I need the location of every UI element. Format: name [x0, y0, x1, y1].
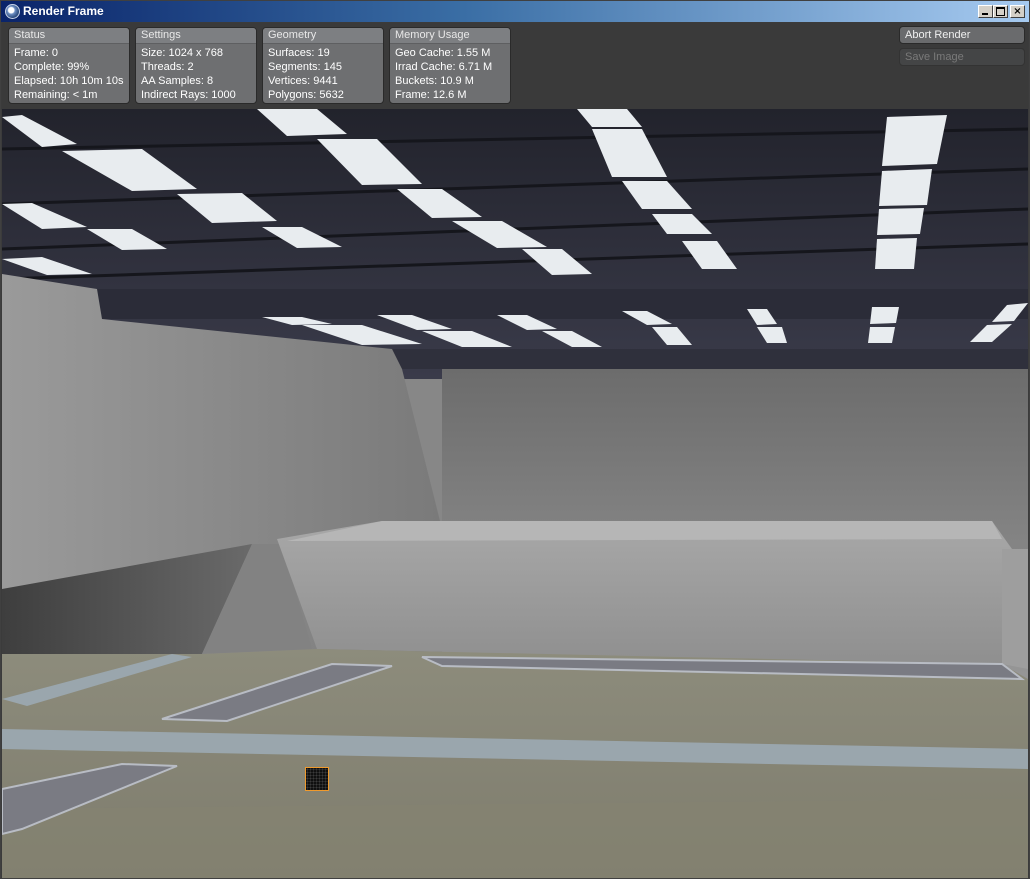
render-viewport — [2, 109, 1028, 878]
geometry-vertices: Vertices: 9441 — [268, 75, 338, 87]
settings-panel: Settings Size: 1024 x 768 Threads: 2 AA … — [135, 27, 257, 104]
maximize-button[interactable] — [993, 5, 1008, 18]
abort-render-button[interactable]: Abort Render — [899, 26, 1025, 44]
memory-buckets: Buckets: 10.9 M — [395, 75, 474, 87]
geometry-polygons: Polygons: 5632 — [268, 89, 344, 101]
status-elapsed: Elapsed: 10h 10m 10s — [14, 75, 124, 87]
geometry-surfaces: Surfaces: 19 — [268, 47, 330, 59]
settings-size: Size: 1024 x 768 — [141, 47, 223, 59]
settings-indirect-rays: Indirect Rays: 1000 — [141, 89, 236, 101]
render-bucket — [305, 767, 329, 791]
render-icon — [5, 4, 20, 19]
memory-panel-title: Memory Usage — [390, 28, 510, 44]
settings-panel-title: Settings — [136, 28, 256, 44]
status-remaining: Remaining: < 1m — [14, 89, 98, 101]
title-bar[interactable]: Render Frame × — [1, 1, 1029, 22]
render-frame-window: Render Frame × Status Frame: 0 Complete:… — [0, 0, 1030, 879]
settings-aa-samples: AA Samples: 8 — [141, 75, 214, 87]
status-panel: Status Frame: 0 Complete: 99% Elapsed: 1… — [8, 27, 130, 104]
geometry-segments: Segments: 145 — [268, 61, 342, 73]
minimize-button[interactable] — [978, 5, 993, 18]
window-title: Render Frame — [23, 4, 104, 18]
status-panel-title: Status — [9, 28, 129, 44]
rendered-image — [2, 109, 1028, 878]
render-info-toolbar: Status Frame: 0 Complete: 99% Elapsed: 1… — [2, 23, 1028, 109]
status-complete: Complete: 99% — [14, 61, 90, 73]
memory-frame: Frame: 12.6 M — [395, 89, 467, 101]
memory-geo-cache: Geo Cache: 1.55 M — [395, 47, 491, 59]
settings-threads: Threads: 2 — [141, 61, 194, 73]
status-frame: Frame: 0 — [14, 47, 59, 59]
memory-panel: Memory Usage Geo Cache: 1.55 M Irrad Cac… — [389, 27, 511, 104]
save-image-button[interactable]: Save Image — [899, 48, 1025, 66]
geometry-panel-title: Geometry — [263, 28, 383, 44]
close-button[interactable]: × — [1010, 5, 1025, 18]
geometry-panel: Geometry Surfaces: 19 Segments: 145 Vert… — [262, 27, 384, 104]
memory-irrad-cache: Irrad Cache: 6.71 M — [395, 61, 493, 73]
